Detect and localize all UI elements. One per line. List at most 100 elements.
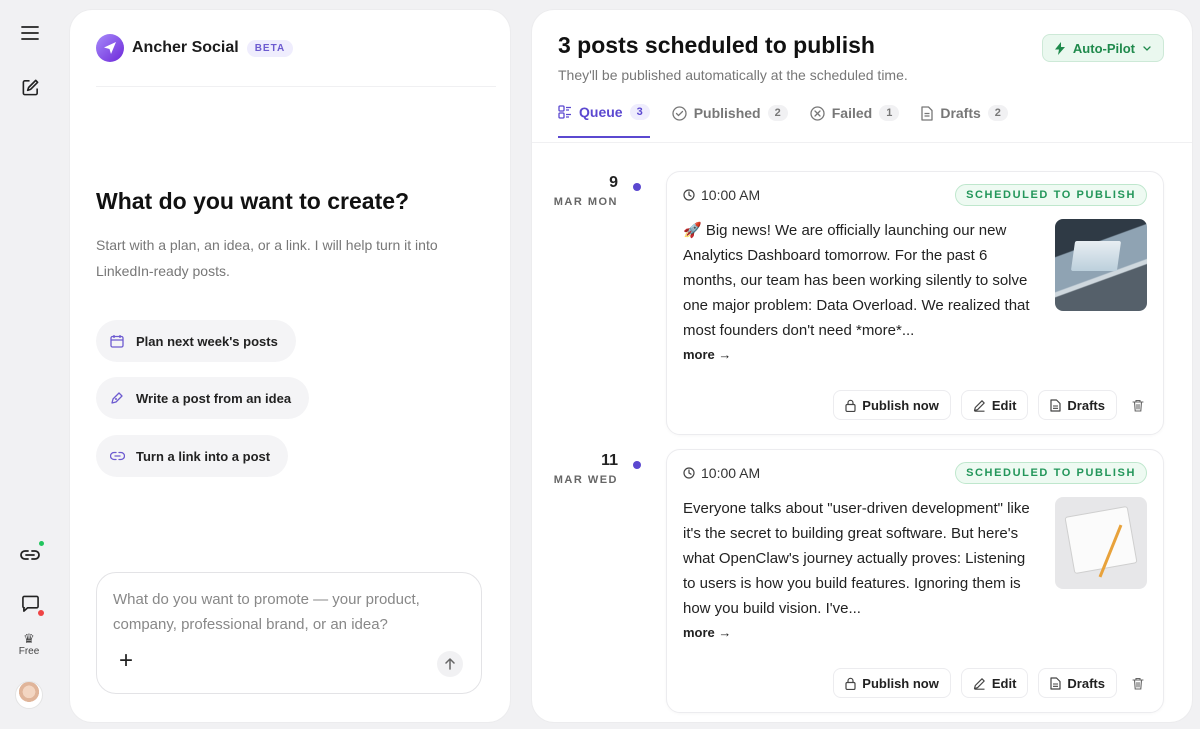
- post-image[interactable]: [1055, 497, 1147, 589]
- tab-count: 3: [629, 104, 650, 120]
- suggestion-label: Write a post from an idea: [136, 390, 292, 406]
- publish-now-label: Publish now: [862, 397, 939, 413]
- pencil-icon: [973, 677, 986, 690]
- suggestion-label: Plan next week's posts: [136, 333, 278, 349]
- pen-icon: [110, 391, 126, 405]
- suggestion-label: Turn a link into a post: [136, 448, 271, 464]
- timeline-dot: [633, 183, 641, 191]
- divider: [96, 86, 496, 87]
- link-icon: [110, 451, 126, 461]
- x-circle-icon: [810, 105, 825, 121]
- add-attachment-icon[interactable]: +: [119, 649, 133, 673]
- brand-logo-icon: [96, 34, 124, 62]
- trash-icon[interactable]: [1127, 668, 1149, 698]
- divider: [532, 142, 1192, 143]
- notification-indicator: [38, 610, 44, 616]
- more-link[interactable]: more →: [683, 625, 731, 640]
- brand: Ancher Social BETA: [96, 34, 294, 62]
- post-actions: Publish now Edit Drafts: [833, 390, 1149, 420]
- post-month-weekday: MAR WED: [553, 474, 618, 486]
- status-tabs: Queue 3 Published 2 Failed 1 Drafts 2: [558, 104, 1008, 138]
- suggestion-plan-week[interactable]: Plan next week's posts: [96, 320, 296, 362]
- autopilot-label: Auto-Pilot: [1072, 40, 1135, 56]
- avatar[interactable]: [15, 681, 43, 709]
- links-icon[interactable]: [18, 541, 44, 567]
- pencil-icon: [973, 399, 986, 412]
- edit-button[interactable]: Edit: [960, 668, 1029, 698]
- post-time-label: 10:00 AM: [701, 465, 761, 481]
- post-date: 9 MAR MON: [532, 174, 618, 208]
- autopilot-button[interactable]: Auto-Pilot: [1041, 34, 1164, 62]
- document-icon: [921, 105, 933, 121]
- crown-icon: ♛: [23, 631, 35, 646]
- post-month-weekday: MAR MON: [553, 196, 618, 208]
- publish-now-label: Publish now: [862, 675, 939, 691]
- tab-label: Published: [693, 105, 761, 121]
- edit-button[interactable]: Edit: [960, 390, 1029, 420]
- tab-label: Drafts: [940, 105, 981, 121]
- lightning-icon: [1054, 41, 1065, 55]
- tab-failed[interactable]: Failed 1: [810, 104, 900, 138]
- post-text: Everyone talks about "user-driven develo…: [683, 500, 1030, 617]
- drafts-label: Drafts: [1067, 397, 1105, 413]
- list-icon: [558, 105, 572, 119]
- check-circle-icon: [672, 105, 687, 121]
- left-rail: ♛ Free: [0, 0, 60, 729]
- tab-label: Queue: [579, 104, 623, 120]
- drafts-button[interactable]: Drafts: [1038, 390, 1117, 420]
- post-actions: Publish now Edit Drafts: [833, 668, 1149, 698]
- beta-badge: BETA: [246, 39, 294, 57]
- status-badge: SCHEDULED TO PUBLISH: [955, 184, 1147, 206]
- post-time: 10:00 AM: [683, 465, 760, 481]
- create-panel: Ancher Social BETA What do you want to c…: [70, 10, 510, 722]
- document-icon: [1050, 398, 1062, 412]
- tab-queue[interactable]: Queue 3: [558, 104, 650, 138]
- clock-icon: [683, 189, 695, 201]
- online-indicator: [39, 541, 44, 546]
- plan-badge[interactable]: ♛ Free: [0, 631, 58, 658]
- suggestion-link-post[interactable]: Turn a link into a post: [96, 435, 289, 477]
- tab-label: Failed: [831, 105, 873, 121]
- suggestion-write-idea[interactable]: Write a post from an idea: [96, 377, 310, 419]
- schedule-title: 3 posts scheduled to publish: [558, 32, 875, 58]
- edit-label: Edit: [991, 397, 1017, 413]
- compose-icon[interactable]: [18, 75, 42, 99]
- post-day: 9: [609, 174, 618, 191]
- document-icon: [1050, 676, 1062, 690]
- tab-count: 2: [987, 105, 1008, 121]
- send-button[interactable]: [437, 651, 463, 677]
- composer: +: [96, 572, 482, 694]
- tab-count: 2: [767, 105, 788, 121]
- prompt-input[interactable]: [113, 587, 463, 643]
- post-date: 11 MAR WED: [532, 452, 618, 486]
- post-time-label: 10:00 AM: [701, 187, 761, 203]
- lock-icon: [845, 677, 856, 690]
- schedule-panel: 3 posts scheduled to publish They'll be …: [532, 10, 1192, 722]
- drafts-button[interactable]: Drafts: [1038, 668, 1117, 698]
- publish-now-button[interactable]: Publish now: [833, 668, 951, 698]
- calendar-icon: [110, 334, 126, 348]
- post-card[interactable]: 10:00 AM SCHEDULED TO PUBLISH Everyone t…: [666, 449, 1164, 713]
- menu-icon[interactable]: [18, 21, 42, 45]
- post-card[interactable]: 10:00 AM SCHEDULED TO PUBLISH 🚀 Big news…: [666, 171, 1164, 435]
- plan-label: Free: [18, 646, 40, 657]
- page-subtitle: Start with a plan, an idea, or a link. I…: [96, 237, 438, 279]
- timeline-dot: [633, 461, 641, 469]
- tab-count: 1: [879, 105, 900, 121]
- trash-icon[interactable]: [1127, 390, 1149, 420]
- post-day: 11: [601, 452, 618, 469]
- tab-published[interactable]: Published 2: [672, 104, 788, 138]
- tab-drafts[interactable]: Drafts 2: [921, 104, 1008, 138]
- messages-icon[interactable]: [18, 592, 44, 616]
- schedule-subtitle: They'll be published automatically at th…: [558, 67, 908, 83]
- brand-name: Ancher Social: [132, 39, 239, 56]
- chevron-down-icon: [1143, 45, 1151, 51]
- post-text: 🚀 Big news! We are officially launching …: [683, 222, 1030, 339]
- more-link[interactable]: more →: [683, 347, 731, 362]
- post-time: 10:00 AM: [683, 187, 760, 203]
- publish-now-button[interactable]: Publish now: [833, 390, 951, 420]
- status-badge: SCHEDULED TO PUBLISH: [955, 462, 1147, 484]
- edit-label: Edit: [991, 675, 1017, 691]
- post-image[interactable]: [1055, 219, 1147, 311]
- drafts-label: Drafts: [1067, 675, 1105, 691]
